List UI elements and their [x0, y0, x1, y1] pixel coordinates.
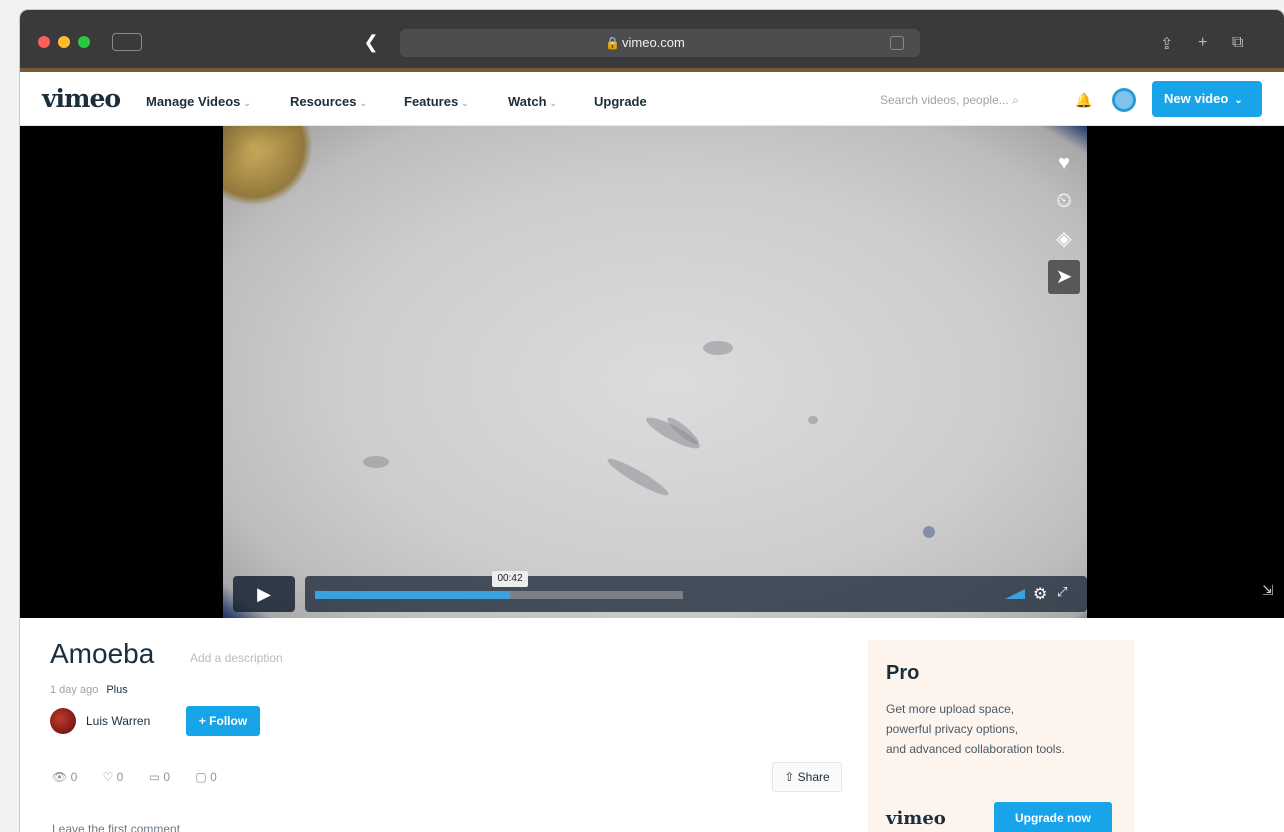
- site-header: vimeo Manage Videos ⌄ Resources ⌄ Features…: [20, 72, 1284, 126]
- nav-label: Manage Videos: [146, 94, 241, 109]
- add-description-link[interactable]: Add a description: [190, 651, 283, 665]
- specimen-speck: [363, 456, 389, 468]
- collections-stat[interactable]: ▭ 0: [149, 770, 170, 784]
- comment-prompt[interactable]: Leave the first comment: [52, 822, 180, 832]
- nav-manage-videos[interactable]: Manage Videos ⌄: [146, 94, 251, 109]
- promo-line: and advanced collaboration tools.: [886, 742, 1065, 756]
- zoom-window-button[interactable]: [78, 36, 90, 48]
- comments-stat[interactable]: ▢ 0: [195, 770, 216, 784]
- video-frame[interactable]: [223, 126, 1087, 618]
- progress-track[interactable]: 00:42: [315, 571, 683, 599]
- new-video-label: New video: [1164, 91, 1229, 106]
- sidebar-toggle-icon[interactable]: [112, 33, 142, 51]
- specimen-speck: [923, 526, 935, 538]
- likes-stat[interactable]: ♡ 0: [103, 770, 124, 784]
- nav-label: Resources: [290, 94, 357, 109]
- views-stat: 👁 0: [52, 770, 78, 784]
- new-video-button[interactable]: New video ⌄: [1152, 81, 1262, 117]
- nav-label: Features: [404, 94, 459, 109]
- address-bar[interactable]: 🔒 vimeo.com: [400, 29, 920, 57]
- clock-icon[interactable]: ⏲: [1048, 184, 1080, 218]
- search-icon: ⌕: [1012, 93, 1019, 107]
- chevron-down-icon: ⌄: [1234, 95, 1243, 106]
- owner-avatar[interactable]: [50, 708, 76, 734]
- notification-bell-icon[interactable]: 🔔: [1075, 92, 1092, 109]
- share-button[interactable]: ⇧ Share: [772, 762, 842, 792]
- video-meta: 1 day ago Plus: [50, 684, 128, 696]
- time-tooltip: 00:42: [492, 571, 528, 587]
- lock-icon: 🔒: [605, 36, 620, 50]
- specimen-speck: [808, 416, 818, 424]
- owner-name[interactable]: Luis Warren: [86, 714, 150, 728]
- progress-fill: [315, 591, 510, 599]
- send-icon[interactable]: ➤: [1048, 260, 1080, 294]
- microscope-edge-decoration: [223, 126, 313, 206]
- video-stats: 👁 0 ♡ 0 ▭ 0 ▢ 0: [52, 770, 239, 784]
- chevron-down-icon: ⌄: [461, 98, 469, 108]
- share-page-icon[interactable]: ⇪: [1160, 34, 1173, 54]
- fullscreen-icon[interactable]: ⤢: [1057, 584, 1067, 600]
- promo-line: powerful privacy options,: [886, 722, 1019, 736]
- promo-title: Pro: [886, 662, 920, 684]
- layers-icon[interactable]: ◈: [1048, 222, 1080, 256]
- play-button[interactable]: ▶: [233, 576, 295, 612]
- resize-corner-icon[interactable]: ⇲: [1262, 582, 1274, 599]
- video-title: Amoeba: [50, 638, 155, 669]
- search-input[interactable]: Search videos, people... ⌕: [880, 93, 1019, 108]
- nav-watch[interactable]: Watch ⌄: [508, 94, 557, 109]
- chevron-down-icon: ⌄: [359, 98, 368, 108]
- user-avatar[interactable]: [1112, 88, 1136, 112]
- minimize-window-button[interactable]: [58, 36, 70, 48]
- chevron-down-icon: ⌄: [243, 98, 251, 108]
- control-bar: 00:42 ⚙ ⤢: [305, 571, 1087, 612]
- tab-overview-icon[interactable]: ⧉: [1232, 34, 1243, 52]
- specimen-speck: [703, 341, 733, 355]
- vimeo-logo[interactable]: vimeo: [42, 84, 121, 113]
- video-details: Amoeba Add a description 1 day ago Plus L…: [20, 618, 1284, 832]
- search-placeholder: Search videos, people...: [880, 93, 1009, 107]
- chevron-down-icon: ⌄: [549, 98, 558, 108]
- browser-window: ❮ 🔒 vimeo.com ⇪ + ⧉ vimeo Manage Videos ⌄…: [20, 10, 1284, 832]
- browser-toolbar: ❮ 🔒 vimeo.com ⇪ + ⧉: [20, 10, 1284, 72]
- nav-label: Upgrade: [594, 94, 647, 109]
- specimen-speck: [604, 454, 672, 500]
- plan-badge[interactable]: Plus: [106, 684, 127, 696]
- follow-button[interactable]: + Follow: [186, 706, 260, 736]
- nav-features[interactable]: Features ⌄: [404, 94, 469, 109]
- nav-resources[interactable]: Resources ⌄: [290, 94, 367, 109]
- player-controls: ▶ 00:42 ⚙ ⤢: [233, 571, 1087, 612]
- player-side-actions: ♥ ⏲ ◈ ➤: [1048, 146, 1080, 298]
- video-player[interactable]: ♥ ⏲ ◈ ➤ ▶ 00:42 ⚙ ⤢ ⇲: [20, 126, 1284, 618]
- address-url: vimeo.com: [622, 35, 685, 50]
- pro-upgrade-card: Pro Get more upload space, powerful priv…: [868, 640, 1134, 832]
- volume-icon[interactable]: [1005, 589, 1025, 599]
- settings-gear-icon[interactable]: ⚙: [1033, 584, 1047, 604]
- vimeo-logo: vimeo: [886, 808, 946, 829]
- nav-label: Watch: [508, 94, 547, 109]
- close-window-button[interactable]: [38, 36, 50, 48]
- reader-icon[interactable]: [890, 36, 904, 50]
- nav-upgrade[interactable]: Upgrade: [594, 94, 647, 109]
- promo-line: Get more upload space,: [886, 702, 1015, 716]
- heart-icon[interactable]: ♥: [1048, 146, 1080, 180]
- back-arrow-icon[interactable]: ❮: [358, 29, 384, 55]
- play-icon: ▶: [257, 584, 271, 604]
- new-tab-icon[interactable]: +: [1198, 34, 1207, 52]
- upload-time: 1 day ago: [50, 684, 99, 696]
- upgrade-now-button[interactable]: Upgrade now: [994, 802, 1112, 832]
